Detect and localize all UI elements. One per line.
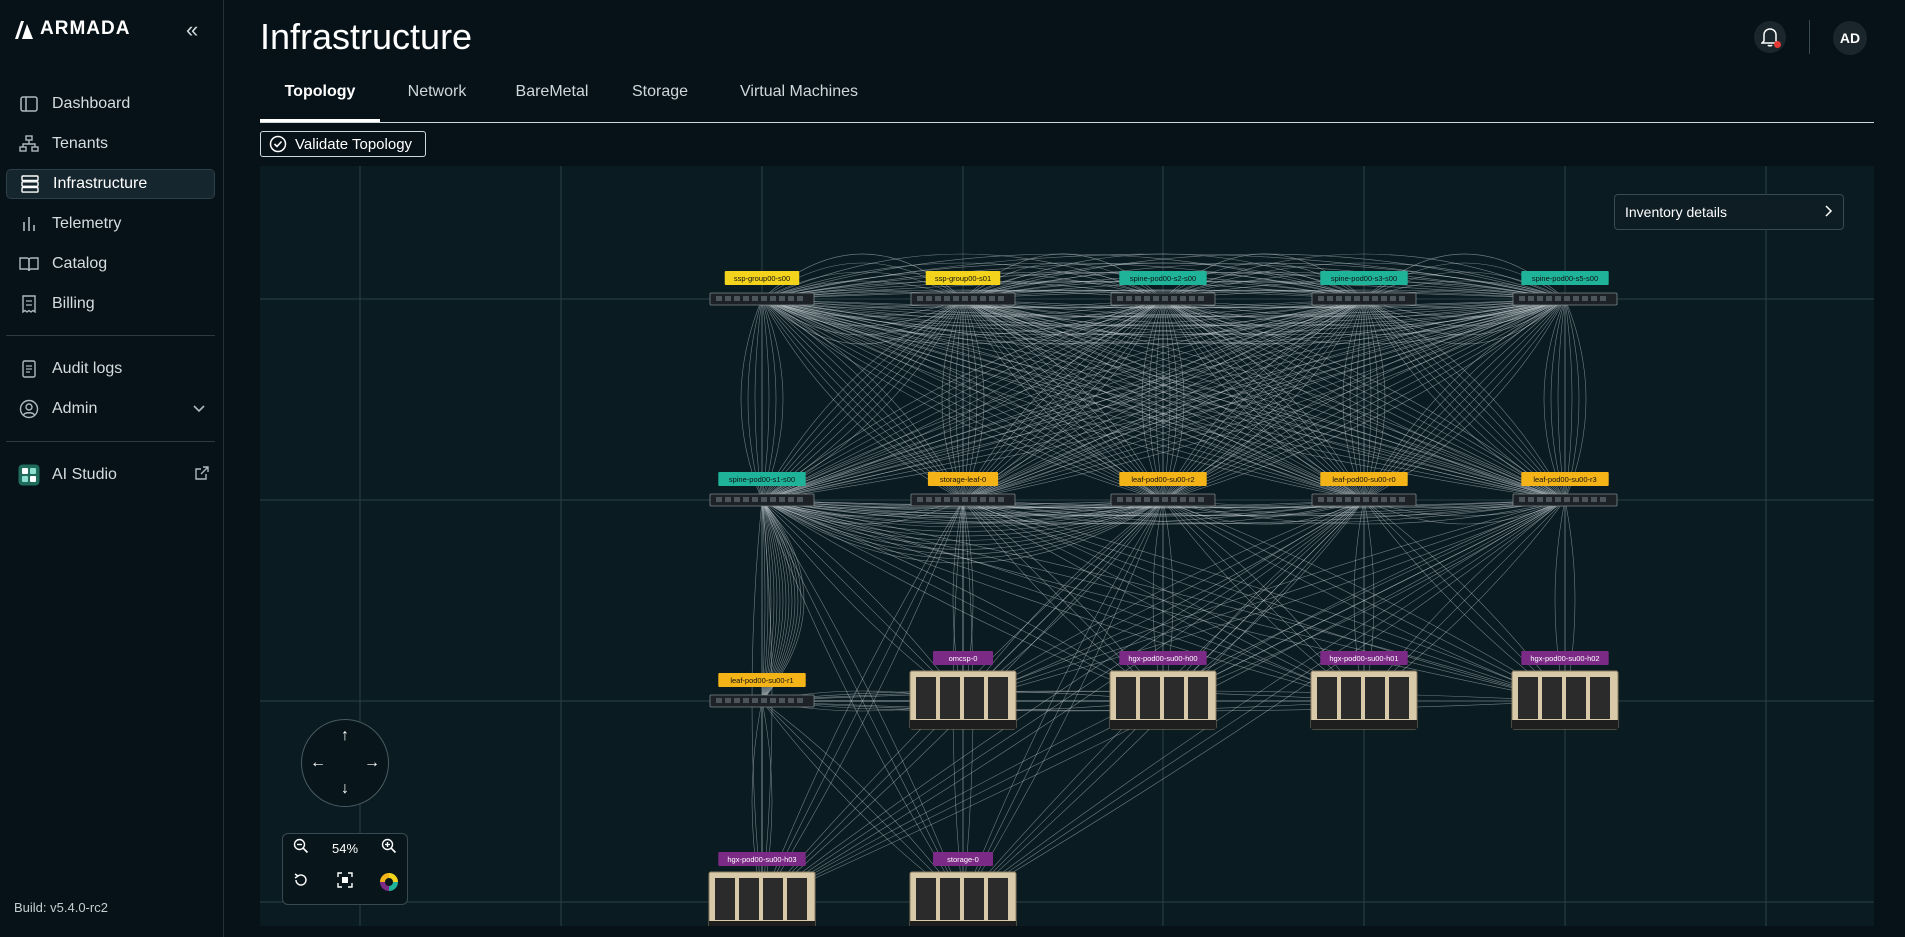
tab-baremetal[interactable]: BareMetal bbox=[502, 72, 602, 122]
node-label: ssp-group00-s01 bbox=[935, 274, 991, 283]
sidebar-item-telemetry[interactable]: Telemetry bbox=[6, 209, 215, 239]
tab-bar: Topology Network BareMetal Storage Virtu… bbox=[260, 72, 1874, 123]
chevron-down-icon[interactable] bbox=[193, 400, 205, 418]
server-node[interactable]: hgx-pod00-su00-h03 bbox=[708, 852, 816, 926]
zoom-controls: 54% bbox=[282, 833, 408, 905]
node-label: ssp-group00-s00 bbox=[734, 274, 790, 283]
admin-icon bbox=[18, 398, 40, 420]
build-version: Build: v5.4.0-rc2 bbox=[14, 900, 108, 915]
topology-graph[interactable]: ssp-group00-s00 ssp-group00-s01 spine-pod0… bbox=[260, 166, 1874, 926]
sidebar-item-ai-studio[interactable]: AI Studio bbox=[6, 460, 215, 490]
tab-storage[interactable]: Storage bbox=[612, 72, 708, 122]
tenants-icon bbox=[18, 133, 40, 155]
validate-topology-button[interactable]: Validate Topology bbox=[260, 131, 426, 157]
dashboard-icon bbox=[18, 93, 40, 115]
node-label: hgx-pod00-su00-h01 bbox=[1329, 654, 1398, 663]
node-label: storage-leaf-0 bbox=[940, 475, 986, 484]
reset-icon[interactable] bbox=[289, 872, 313, 896]
sidebar-item-label: Tenants bbox=[52, 135, 109, 152]
sidebar-divider bbox=[6, 335, 215, 336]
chevron-right-icon bbox=[1825, 204, 1833, 220]
zoom-level: 54% bbox=[331, 841, 359, 856]
armada-logo-icon bbox=[15, 21, 33, 39]
sidebar-item-label: Dashboard bbox=[52, 95, 131, 112]
collapse-sidebar-icon[interactable]: « bbox=[186, 19, 208, 42]
sidebar-item-label: Infrastructure bbox=[53, 175, 148, 192]
brand-logo[interactable]: ARMADA bbox=[14, 18, 130, 40]
topology-canvas[interactable]: ssp-group00-s00 ssp-group00-s01 spine-pod0… bbox=[260, 166, 1874, 926]
sidebar-divider bbox=[6, 441, 215, 442]
node-label: spine-pod00-s2-s00 bbox=[1130, 274, 1196, 283]
server-node[interactable]: hgx-pod00-su00-h02 bbox=[1511, 651, 1619, 730]
studio-nav: AI Studio bbox=[6, 460, 215, 500]
pan-left-icon[interactable]: ← bbox=[308, 753, 328, 773]
chart-icon bbox=[18, 213, 40, 235]
node-label: hgx-pod00-su00-h00 bbox=[1128, 654, 1197, 663]
server-node[interactable]: omcsp-0 bbox=[909, 651, 1017, 730]
node-label: spine-pod00-s3-s00 bbox=[1331, 274, 1397, 283]
notification-badge bbox=[1774, 41, 1781, 48]
sidebar-item-tenants[interactable]: Tenants bbox=[6, 129, 215, 159]
brand-name: ARMADA bbox=[40, 18, 131, 39]
node-label: spine-pod00-s5-s00 bbox=[1532, 274, 1598, 283]
node-label: leaf-pod00-su00-r2 bbox=[1131, 475, 1194, 484]
server-node[interactable]: storage-0 bbox=[909, 852, 1017, 926]
node-label: spine-pod00-s1-s00 bbox=[729, 475, 795, 484]
validate-topology-label: Validate Topology bbox=[295, 135, 413, 153]
server-node[interactable]: hgx-pod00-su00-h01 bbox=[1310, 651, 1418, 730]
node-label: omcsp-0 bbox=[949, 654, 978, 663]
node-label: leaf-pod00-su00-r3 bbox=[1533, 475, 1596, 484]
node-label: leaf-pod00-su00-r1 bbox=[730, 676, 793, 685]
book-icon bbox=[18, 253, 40, 275]
studio-icon bbox=[18, 464, 40, 486]
inventory-details-label: Inventory details bbox=[1625, 204, 1727, 220]
node-label: hgx-pod00-su00-h03 bbox=[727, 855, 796, 864]
inventory-details-button[interactable]: Inventory details bbox=[1614, 194, 1844, 230]
sidebar-item-label: Telemetry bbox=[52, 215, 122, 232]
notifications-button[interactable] bbox=[1754, 21, 1786, 53]
sidebar: ARMADA « Dashboard Tenants Infrastructur… bbox=[0, 0, 224, 937]
tab-network[interactable]: Network bbox=[386, 72, 488, 122]
sidebar-item-label: AI Studio bbox=[52, 466, 117, 483]
sidebar-item-admin[interactable]: Admin bbox=[6, 394, 215, 424]
node-label: storage-0 bbox=[947, 855, 979, 864]
check-circle-icon bbox=[269, 135, 287, 153]
main-nav: Dashboard Tenants Infrastructure Telemet… bbox=[6, 89, 215, 329]
secondary-nav: Audit logs Admin bbox=[6, 354, 215, 434]
sidebar-item-dashboard[interactable]: Dashboard bbox=[6, 89, 215, 119]
server-node[interactable]: hgx-pod00-su00-h00 bbox=[1109, 651, 1217, 730]
header-divider bbox=[1809, 20, 1810, 54]
sidebar-item-label: Admin bbox=[52, 400, 98, 417]
fit-view-icon[interactable] bbox=[333, 872, 357, 896]
pan-control: ↑ ← → ↓ bbox=[301, 719, 389, 807]
receipt-icon bbox=[18, 293, 40, 315]
page-title: Infrastructure bbox=[260, 16, 473, 57]
server-icon bbox=[19, 173, 41, 195]
tab-virtual-machines[interactable]: Virtual Machines bbox=[728, 72, 870, 122]
pan-right-icon[interactable]: → bbox=[362, 753, 382, 773]
sidebar-item-audit-logs[interactable]: Audit logs bbox=[6, 354, 215, 384]
sidebar-item-label: Catalog bbox=[52, 255, 108, 272]
sidebar-item-catalog[interactable]: Catalog bbox=[6, 249, 215, 279]
sidebar-item-billing[interactable]: Billing bbox=[6, 289, 215, 319]
tab-topology[interactable]: Topology bbox=[260, 72, 380, 122]
zoom-in-icon[interactable] bbox=[377, 838, 401, 862]
node-label: hgx-pod00-su00-h02 bbox=[1530, 654, 1599, 663]
document-icon bbox=[18, 358, 40, 380]
node-label: leaf-pod00-su00-r0 bbox=[1332, 475, 1395, 484]
sidebar-item-infrastructure[interactable]: Infrastructure bbox=[6, 169, 215, 199]
sidebar-item-label: Audit logs bbox=[52, 360, 123, 377]
legend-colors-icon[interactable] bbox=[377, 872, 401, 896]
avatar[interactable]: AD bbox=[1833, 21, 1867, 55]
pan-up-icon[interactable]: ↑ bbox=[335, 726, 355, 746]
sidebar-item-label: Billing bbox=[52, 295, 95, 312]
pan-down-icon[interactable]: ↓ bbox=[335, 779, 355, 799]
external-link-icon[interactable] bbox=[195, 465, 209, 485]
zoom-out-icon[interactable] bbox=[289, 838, 313, 862]
